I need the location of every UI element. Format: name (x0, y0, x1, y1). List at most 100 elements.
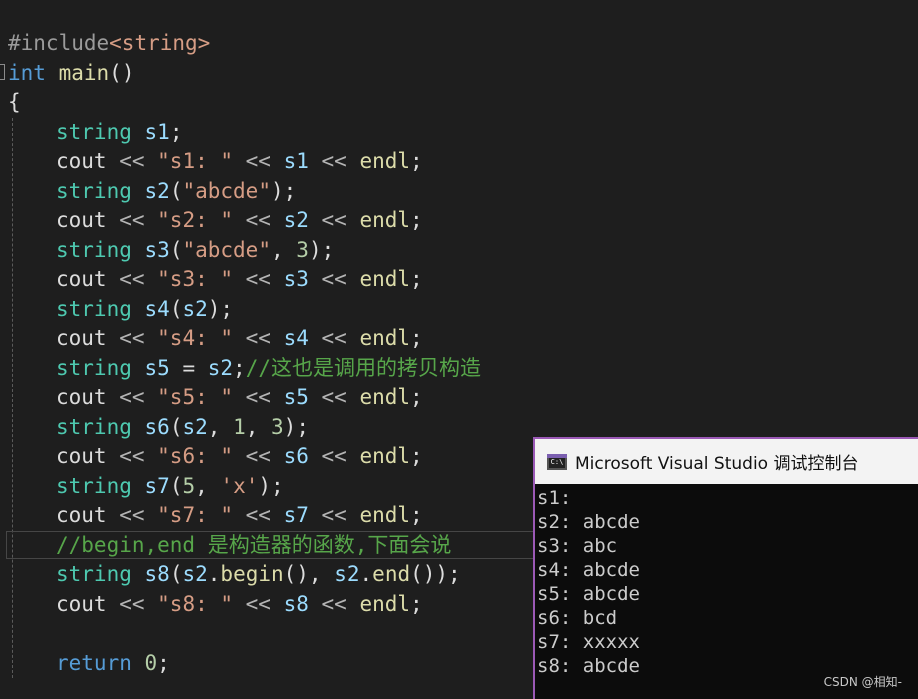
code-token: 5 (182, 473, 196, 498)
console-line: s3: abc (537, 535, 618, 557)
code-token: s2 (182, 562, 208, 586)
code-token: << (106, 503, 158, 527)
code-token: << (308, 267, 360, 291)
code-token: << (233, 326, 284, 350)
code-token: (), (283, 562, 335, 586)
code-line: cout << "s2: " << s2 << endl; (56, 206, 423, 236)
code-line: string s2("abcde"); (56, 177, 296, 207)
code-line: string s8(s2.begin(), s2.end()); (56, 560, 461, 590)
code-token: ); (270, 178, 297, 203)
console-output: s1: s2: abcde s3: abc s4: abcde s5: abcd… (535, 486, 918, 678)
code-token: ( (169, 178, 183, 203)
code-token: ; (157, 650, 170, 675)
code-token: << (308, 149, 360, 173)
code-token: , (207, 414, 234, 439)
fold-marker-icon[interactable] (0, 64, 5, 80)
code-token: endl (359, 591, 411, 616)
code-token: cout (56, 444, 107, 468)
code-token: << (308, 326, 360, 350)
code-token: << (233, 385, 284, 409)
code-token: return (56, 650, 132, 675)
code-token: << (106, 385, 158, 409)
console-line: s4: abcde (537, 559, 640, 581)
code-token: << (308, 385, 360, 409)
console-app-icon: C:\ (547, 453, 567, 470)
code-token: ); (258, 473, 284, 498)
code-token: ; (410, 503, 423, 527)
code-token: << (308, 208, 360, 232)
code-token: "abcde" (182, 237, 271, 262)
code-token: . (207, 562, 221, 586)
code-token: s8 (283, 591, 309, 616)
code-token: ; (169, 119, 183, 144)
code-token: s5 (144, 355, 170, 380)
code-token: s2 (182, 296, 208, 321)
code-token: string (56, 414, 132, 439)
code-token: 0 (144, 650, 158, 675)
code-token: "s8: " (157, 591, 234, 616)
code-token: << (106, 326, 158, 350)
code-token: endl (359, 444, 411, 468)
code-token: ; (233, 355, 246, 380)
code-token: endl (359, 267, 411, 291)
code-token: string (56, 473, 132, 498)
code-line: int main() (8, 59, 134, 89)
code-token: ; (410, 444, 423, 468)
code-token: , (195, 473, 221, 498)
code-token: //这也是调用的拷贝构造 (245, 355, 481, 380)
code-token: endl (359, 326, 411, 350)
indent-guide (12, 118, 13, 678)
code-token: cout (56, 326, 107, 350)
code-token: cout (56, 503, 107, 527)
code-token: 3 (296, 237, 309, 262)
code-token: <string> (109, 31, 211, 55)
code-token: s2 (334, 562, 360, 586)
code-token: ; (410, 326, 423, 350)
code-line: cout << "s6: " << s6 << endl; (56, 442, 423, 472)
console-line: s5: abcde (537, 583, 640, 605)
code-token: ; (410, 591, 423, 616)
code-token: "s5: " (157, 385, 234, 409)
code-token: s2 (144, 178, 170, 203)
console-title: Microsoft Visual Studio 调试控制台 (575, 454, 859, 474)
code-line: cout << "s3: " << s3 << endl; (56, 265, 423, 295)
code-token: 3 (271, 414, 284, 439)
code-token: << (233, 208, 284, 232)
code-line: cout << "s5: " << s5 << endl; (56, 383, 423, 413)
code-token: << (106, 444, 158, 468)
code-token: . (359, 562, 373, 586)
code-token: ; (410, 208, 423, 232)
code-token: s8 (144, 562, 170, 586)
code-token: endl (359, 149, 411, 173)
code-line: #include<string> (8, 29, 210, 59)
code-line: cout << "s1: " << s1 << endl; (56, 147, 423, 177)
debug-console-window[interactable]: C:\ Microsoft Visual Studio 调试控制台 s1: s2… (533, 437, 918, 699)
code-token: , (270, 237, 297, 262)
code-token: begin (220, 562, 284, 586)
code-token: //begin,end 是构造器的函数,下面会说 (56, 532, 452, 557)
code-token: () (109, 60, 135, 85)
code-line: string s4(s2); (56, 295, 233, 325)
code-token: string (56, 119, 132, 144)
code-token: "s1: " (157, 149, 234, 173)
code-token: { (8, 90, 21, 114)
code-token: s2 (182, 414, 208, 439)
code-token: ( (169, 562, 183, 586)
code-line: cout << "s8: " << s8 << endl; (56, 590, 423, 620)
console-titlebar[interactable]: C:\ Microsoft Visual Studio 调试控制台 (535, 439, 918, 484)
code-token: s1 (283, 149, 309, 173)
code-token: << (308, 503, 360, 527)
code-token: ); (308, 237, 335, 262)
code-line: string s5 = s2;//这也是调用的拷贝构造 (56, 354, 481, 384)
code-token: << (308, 444, 360, 468)
code-token: 1 (233, 414, 246, 439)
code-token: "s7: " (157, 503, 234, 527)
code-token: << (233, 149, 284, 173)
